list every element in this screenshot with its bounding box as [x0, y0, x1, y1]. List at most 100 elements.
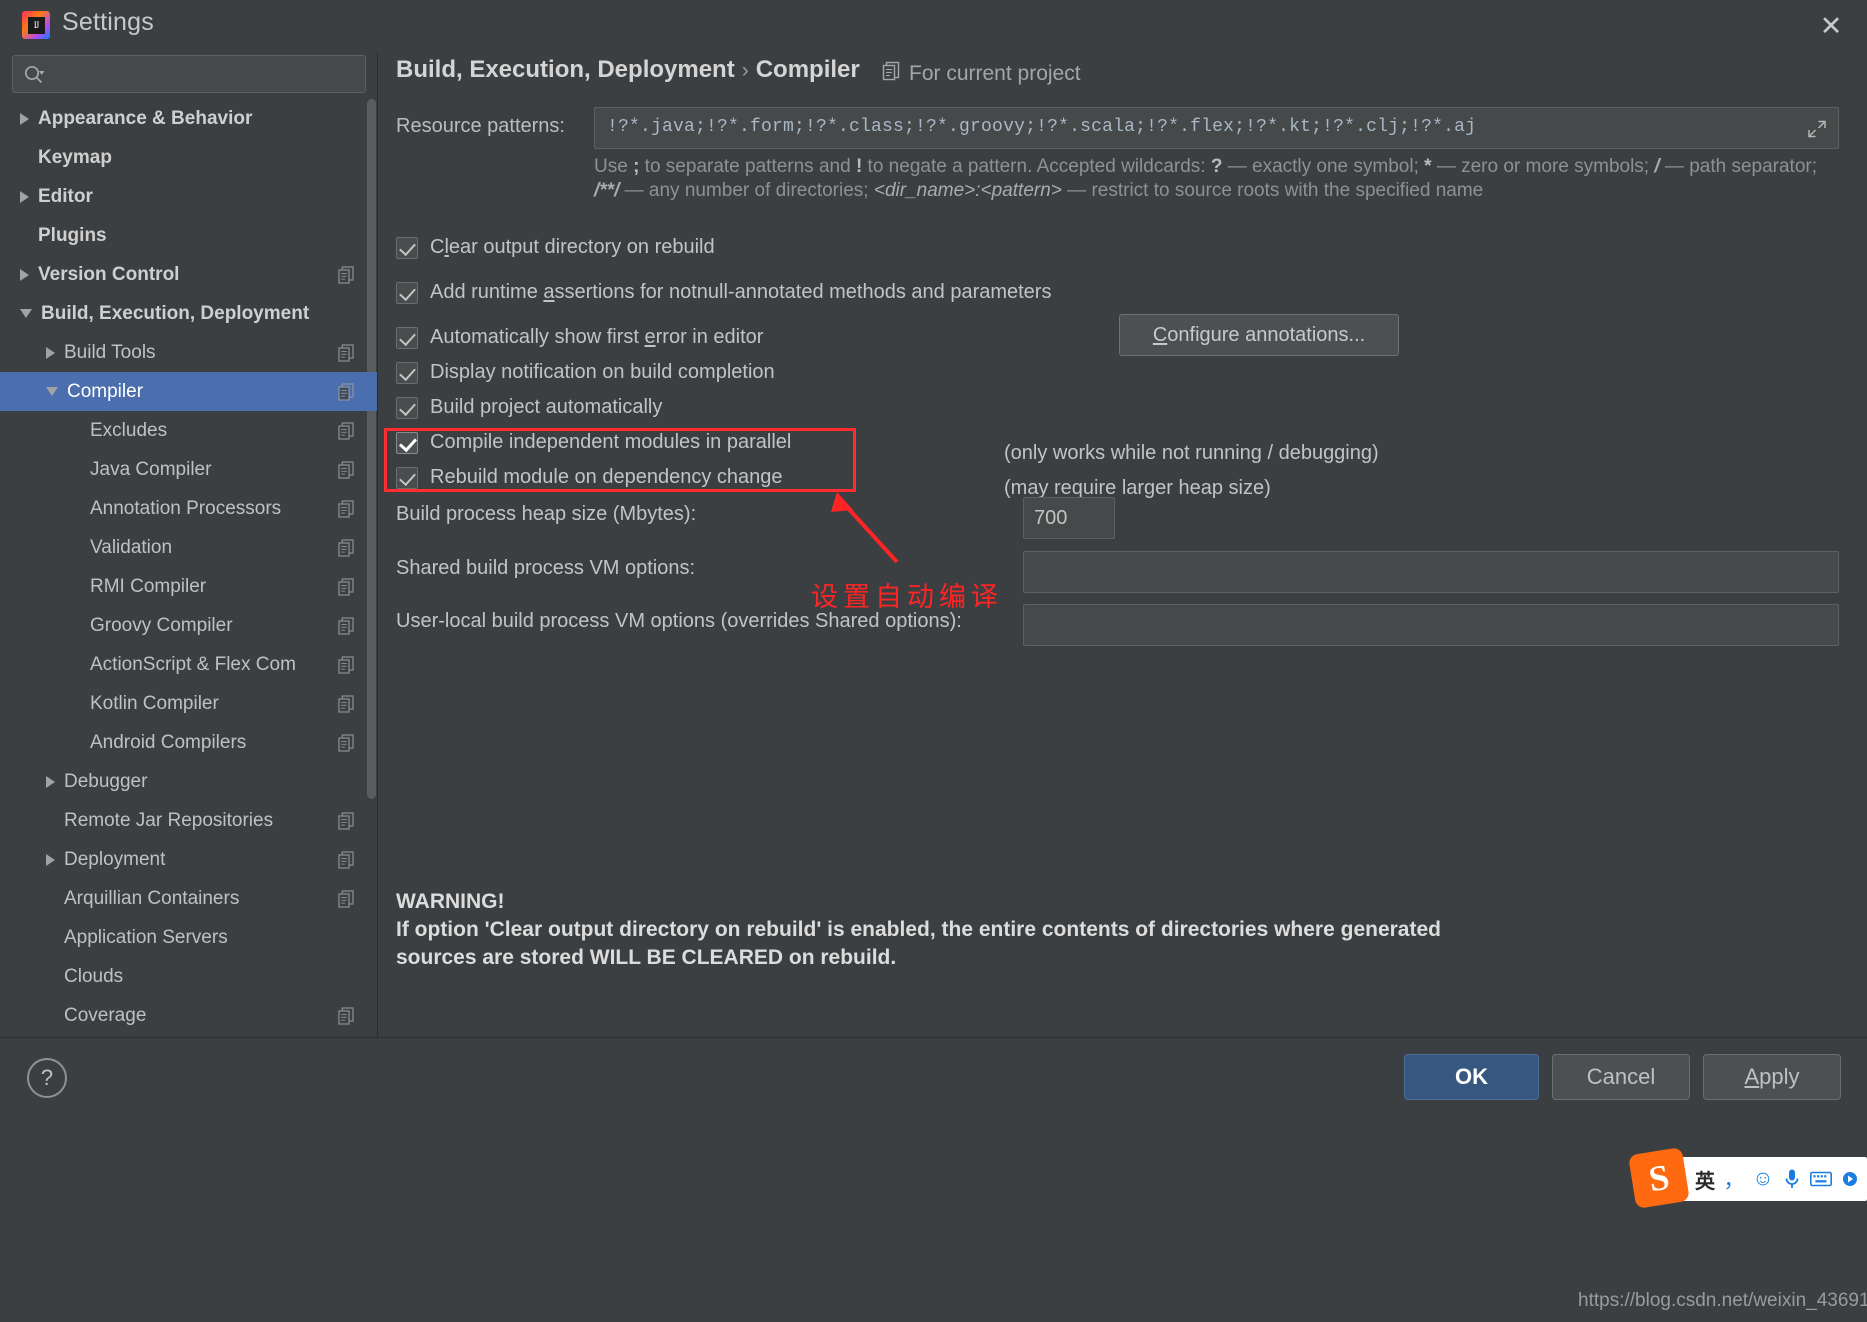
heap-size-field[interactable]: [1023, 497, 1115, 539]
sogou-ime-logo-icon[interactable]: S: [1628, 1147, 1690, 1209]
help-text-part: source roots with the specified name: [1174, 180, 1484, 201]
project-scope-badge-icon: [338, 499, 354, 518]
checkbox-rebuild-module-on-dependency-change[interactable]: [396, 466, 418, 489]
sidebar-item-appearance-behavior[interactable]: Appearance & Behavior: [0, 99, 377, 138]
ime-punctuation-mode-icon[interactable]: ，: [1721, 1162, 1747, 1196]
user-local-vm-options-input[interactable]: [1024, 605, 1838, 645]
warning-line-2: sources are stored WILL BE CLEARED on re…: [396, 946, 897, 969]
chevron-right-icon[interactable]: [46, 853, 55, 866]
search-field-wrapper: [12, 55, 366, 93]
search-input[interactable]: [51, 56, 361, 92]
chevron-down-icon[interactable]: [20, 309, 32, 318]
sidebar-item-rmi-compiler[interactable]: RMI Compiler: [0, 567, 377, 606]
sidebar-item-label: Kotlin Compiler: [90, 692, 219, 714]
sidebar-item-editor[interactable]: Editor: [0, 177, 377, 216]
shared-vm-options-input[interactable]: [1024, 552, 1838, 592]
close-icon[interactable]: ✕: [1809, 4, 1853, 48]
sidebar-item-label: Validation: [90, 536, 173, 558]
apply-button[interactable]: Apply: [1703, 1054, 1841, 1100]
project-scope-badge-icon: [338, 460, 354, 479]
checkbox-automatically-show-first-error-in-editor[interactable]: [396, 326, 418, 349]
ime-language-mode-icon[interactable]: 英: [1692, 1162, 1718, 1196]
sidebar-item-deployment[interactable]: Deployment: [0, 840, 377, 879]
checkbox-build-project-automatically[interactable]: [396, 396, 418, 419]
sidebar-item-keymap[interactable]: Keymap: [0, 138, 377, 177]
sidebar-item-excludes[interactable]: Excludes: [0, 411, 377, 450]
ime-emoji-icon[interactable]: ☺: [1750, 1162, 1776, 1196]
help-text-part: to separate patterns and: [639, 156, 856, 177]
question-mark-icon[interactable]: ?: [27, 1058, 67, 1098]
cancel-button[interactable]: Cancel: [1552, 1054, 1690, 1100]
ime-soft-keyboard-icon[interactable]: [1808, 1162, 1834, 1196]
checkbox-row-display-notification-on-build-completion[interactable]: Display notification on build completion: [379, 355, 775, 390]
breadcrumb-parent[interactable]: Build, Execution, Deployment: [396, 56, 735, 83]
checkbox-row-clear-output-directory-on-rebuild[interactable]: Clear output directory on rebuild: [379, 230, 715, 265]
sidebar-item-label: Remote Jar Repositories: [64, 809, 274, 831]
user-local-vm-options-field[interactable]: [1023, 604, 1839, 646]
sidebar-item-label: RMI Compiler: [90, 575, 207, 597]
breadcrumb: Build, Execution, Deployment › Compiler: [396, 56, 860, 84]
chevron-right-icon[interactable]: [20, 268, 29, 281]
sidebar-item-compiler[interactable]: Compiler: [0, 372, 377, 411]
checkbox-label: Clear output directory on rebuild: [430, 236, 715, 259]
checkbox-label-part: ear output directory on rebuild: [448, 236, 715, 258]
sidebar-item-build-tools[interactable]: Build Tools: [0, 333, 377, 372]
chevron-right-icon[interactable]: [46, 775, 55, 788]
note-build-automatically: (only works while not running / debuggin…: [1004, 442, 1379, 464]
sidebar-item-annotation-processors[interactable]: Annotation Processors: [0, 489, 377, 528]
checkbox-clear-output-directory-on-rebuild[interactable]: [396, 236, 418, 259]
chevron-right-icon[interactable]: [46, 346, 55, 359]
checkbox-row-compile-independent-modules-in-parallel[interactable]: Compile independent modules in parallel: [379, 425, 791, 460]
ime-toolbox-icon[interactable]: [1837, 1162, 1863, 1196]
heap-size-input[interactable]: [1024, 498, 1114, 538]
sidebar-item-label: Deployment: [64, 848, 166, 870]
configure-annotations-button[interactable]: Configure annotations...: [1119, 314, 1399, 356]
chevron-right-icon[interactable]: [20, 112, 29, 125]
chevron-right-icon[interactable]: [20, 190, 29, 203]
ime-toolbar[interactable]: S 英 ， ☺: [1628, 1147, 1867, 1209]
shared-vm-options-field[interactable]: [1023, 551, 1839, 593]
sidebar-item-build-execution-deployment[interactable]: Build, Execution, Deployment: [0, 294, 377, 333]
sidebar-item-debugger[interactable]: Debugger: [0, 762, 377, 801]
project-scope-text: For current project: [909, 62, 1081, 85]
ime-voice-input-icon[interactable]: [1779, 1162, 1805, 1196]
intellij-idea-logo-icon: IJ: [22, 11, 50, 39]
project-scope-badge-icon: [338, 421, 354, 440]
sidebar-item-groovy-compiler[interactable]: Groovy Compiler: [0, 606, 377, 645]
checkbox-row-automatically-show-first-error-in-editor[interactable]: Automatically show first error in editor: [379, 320, 763, 355]
checkbox-row-rebuild-module-on-dependency-change[interactable]: Rebuild module on dependency change: [379, 460, 783, 495]
heap-size-label: Build process heap size (Mbytes):: [396, 503, 697, 525]
sidebar-item-kotlin-compiler[interactable]: Kotlin Compiler: [0, 684, 377, 723]
sidebar-item-validation[interactable]: Validation: [0, 528, 377, 567]
resource-patterns-field[interactable]: !?*.java;!?*.form;!?*.class;!?*.groovy;!…: [594, 107, 1839, 149]
sidebar-item-android-compilers[interactable]: Android Compilers: [0, 723, 377, 762]
configure-annotations-mnemonic: C: [1152, 323, 1168, 346]
configure-annotations-label: Configure annotations...: [1153, 324, 1365, 347]
checkbox-label-part: ssertions for notnull-annotated methods …: [554, 281, 1052, 303]
checkbox-compile-independent-modules-in-parallel[interactable]: [396, 431, 418, 454]
sidebar-item-plugins[interactable]: Plugins: [0, 216, 377, 255]
search-box[interactable]: [12, 55, 366, 93]
sidebar-item-clouds[interactable]: Clouds: [0, 957, 377, 996]
search-icon: [23, 64, 45, 86]
sidebar-item-remote-jar-repositories[interactable]: Remote Jar Repositories: [0, 801, 377, 840]
checkbox-add-runtime-assertions-for-notnull-annotated-met[interactable]: [396, 281, 418, 304]
heap-size-row: Build process heap size (Mbytes):: [379, 497, 1867, 539]
checkbox-label-part: Build project automatically: [430, 396, 663, 418]
ok-button[interactable]: OK: [1404, 1054, 1539, 1100]
sidebar-item-java-compiler[interactable]: Java Compiler: [0, 450, 377, 489]
user-local-vm-options-label: User-local build process VM options (ove…: [396, 610, 962, 632]
sidebar-item-coverage[interactable]: Coverage: [0, 996, 377, 1035]
sidebar-item-version-control[interactable]: Version Control: [0, 255, 377, 294]
sidebar-item-arquillian-containers[interactable]: Arquillian Containers: [0, 879, 377, 918]
expand-arrows-icon[interactable]: [1806, 118, 1828, 140]
resource-patterns-help: Use ; to separate patterns and ! to nega…: [594, 155, 1839, 203]
sidebar-item-application-servers[interactable]: Application Servers: [0, 918, 377, 957]
checkbox-row-add-runtime-assertions-for-notnull-annotated-met[interactable]: Add runtime assertions for notnull-annot…: [379, 275, 1051, 310]
help-text-part: — zero or: [1431, 156, 1521, 177]
help-text-part: — any number of directories;: [619, 180, 874, 201]
checkbox-row-build-project-automatically[interactable]: Build project automatically: [379, 390, 662, 425]
chevron-down-icon[interactable]: [46, 387, 58, 396]
sidebar-item-actionscript-flex-com[interactable]: ActionScript & Flex Com: [0, 645, 377, 684]
checkbox-display-notification-on-build-completion[interactable]: [396, 361, 418, 384]
